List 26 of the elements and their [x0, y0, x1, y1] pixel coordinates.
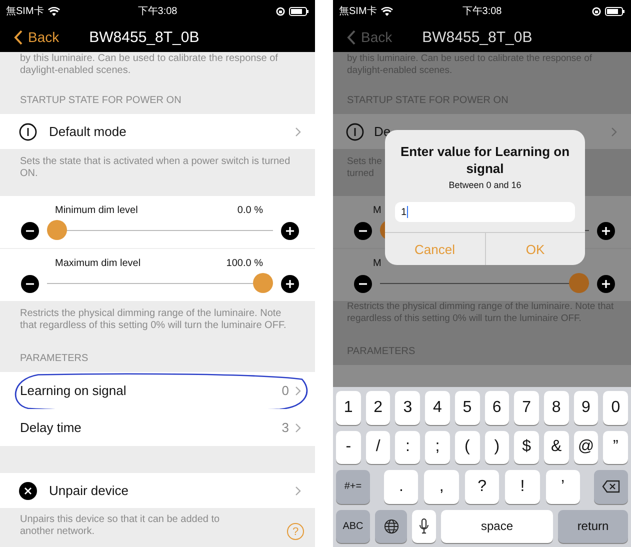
section-header: STARTUP STATE FOR POWER ON — [19, 94, 182, 108]
description-text: by this luminaire. Can be used to calibrate the response of daylight-enabled scenes. — [19, 52, 279, 78]
carrier-label: 無SIM卡 — [6, 4, 44, 18]
description-text: Restricts the physical dimming range of the luminaire. Note that regardless of this setting 0% will turn the luminaire OFF. — [19, 307, 288, 333]
row-value: 0 — [282, 383, 289, 398]
screen-title: BW8455_8T_0B — [89, 28, 200, 46]
section-header: PARAMETERS — [19, 352, 90, 366]
slider-label: M — [373, 258, 382, 268]
status-time: 下午3:08 — [462, 5, 502, 18]
slider-reading: 100.0 % — [226, 258, 263, 268]
row-value: 3 — [282, 420, 289, 435]
dialog-title: Enter value for Learning on signal — [399, 143, 571, 177]
row-label: Delay time — [20, 420, 82, 435]
screen-title: BW8455_8T_0B — [422, 28, 532, 46]
slider-label: M — [373, 204, 382, 216]
slider-label: Minimum dim level — [55, 204, 138, 216]
description-text: Sets the state that is activated when a power switch is turned ON. — [19, 156, 292, 180]
slider-reading: 0.0 % — [237, 204, 263, 216]
row-label: Default mode — [49, 124, 126, 139]
dialog-message: Between 0 and 16 — [448, 180, 522, 190]
row-label: Unpair device — [49, 483, 128, 498]
status-time: 下午3:08 — [138, 5, 178, 18]
carrier-label: 無SIM卡 — [339, 4, 377, 18]
slider-label: Maximum dim level — [55, 258, 141, 268]
description-text: Unpairs this device so that it can be added to another network. — [19, 514, 221, 538]
row-label: Learning on signal — [20, 383, 126, 398]
